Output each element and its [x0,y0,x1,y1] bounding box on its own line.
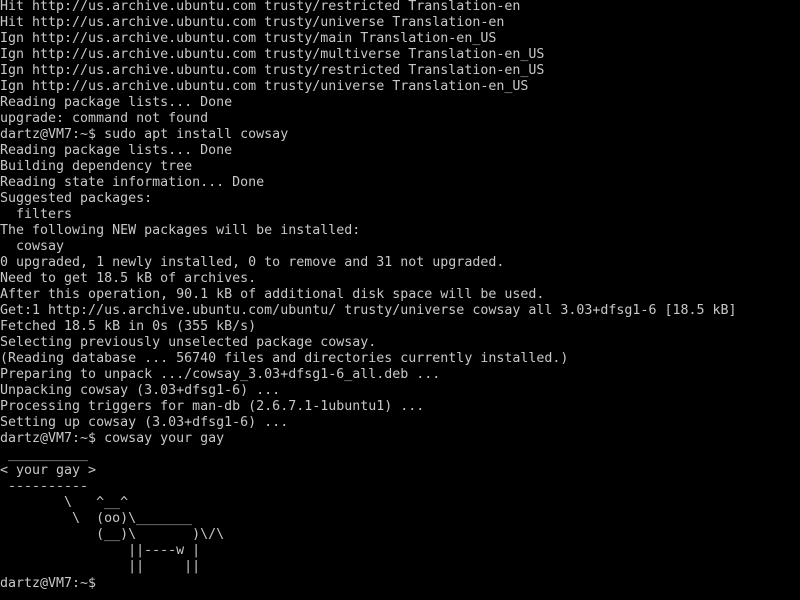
terminal-line: || || [0,559,201,574]
terminal-line: Ign http://us.archive.ubuntu.com trusty/… [0,63,545,78]
terminal-line: 0 upgraded, 1 newly installed, 0 to remo… [0,255,505,270]
terminal-line: Selecting previously unselected package … [0,335,377,350]
terminal-line: Reading state information... Done [0,175,265,190]
terminal-line: The following NEW packages will be insta… [0,223,361,238]
terminal-line: upgrade: command not found [0,111,209,126]
terminal-line: Reading package lists... Done [0,143,233,158]
terminal-line: Reading package lists... Done [0,95,233,110]
terminal-line: ||----w | [0,543,201,558]
terminal-line: (__)\ )\/\ [0,527,225,542]
terminal-line: Processing triggers for man-db (2.6.7.1-… [0,399,425,414]
terminal-line: filters [0,207,73,222]
terminal-line: ---------- [0,479,89,494]
terminal-line: Unpacking cowsay (3.03+dfsg1-6) ... [0,383,281,398]
terminal-line: Preparing to unpack .../cowsay_3.03+dfsg… [0,367,441,382]
terminal-line: \ ^__^ [0,495,129,510]
terminal-line: \ (oo)\_______ [0,511,193,526]
terminal-line: After this operation, 90.1 kB of additio… [0,287,545,302]
terminal-line: dartz@VM7:~$ cowsay your gay [0,431,225,446]
terminal-line: __________ [0,447,89,462]
terminal-line: Building dependency tree [0,159,193,174]
terminal-line: Fetched 18.5 kB in 0s (355 kB/s) [0,319,257,334]
terminal-line: Setting up cowsay (3.03+dfsg1-6) ... [0,415,289,430]
terminal-line: Hit http://us.archive.ubuntu.com trusty/… [0,0,521,14]
terminal-line: Hit http://us.archive.ubuntu.com trusty/… [0,15,505,30]
text-cursor [104,575,112,589]
command-prompt-line[interactable]: dartz@VM7:~$ [0,575,737,591]
terminal-line: Ign http://us.archive.ubuntu.com trusty/… [0,31,497,46]
terminal-output: Hit http://us.archive.ubuntu.com trusty/… [0,0,737,591]
terminal-line: Need to get 18.5 kB of archives. [0,271,257,286]
terminal-line: cowsay [0,239,65,254]
terminal-line: Ign http://us.archive.ubuntu.com trusty/… [0,47,545,62]
terminal-line: (Reading database ... 56740 files and di… [0,351,569,366]
terminal-line: dartz@VM7:~$ sudo apt install cowsay [0,127,289,142]
terminal-line: Get:1 http://us.archive.ubuntu.com/ubunt… [0,303,737,318]
terminal-line: < your gay > [0,463,97,478]
terminal-screen[interactable]: Hit http://us.archive.ubuntu.com trusty/… [0,0,800,600]
shell-prompt: dartz@VM7:~$ [0,576,105,591]
terminal-line: Ign http://us.archive.ubuntu.com trusty/… [0,79,529,94]
terminal-line: Suggested packages: [0,191,153,206]
